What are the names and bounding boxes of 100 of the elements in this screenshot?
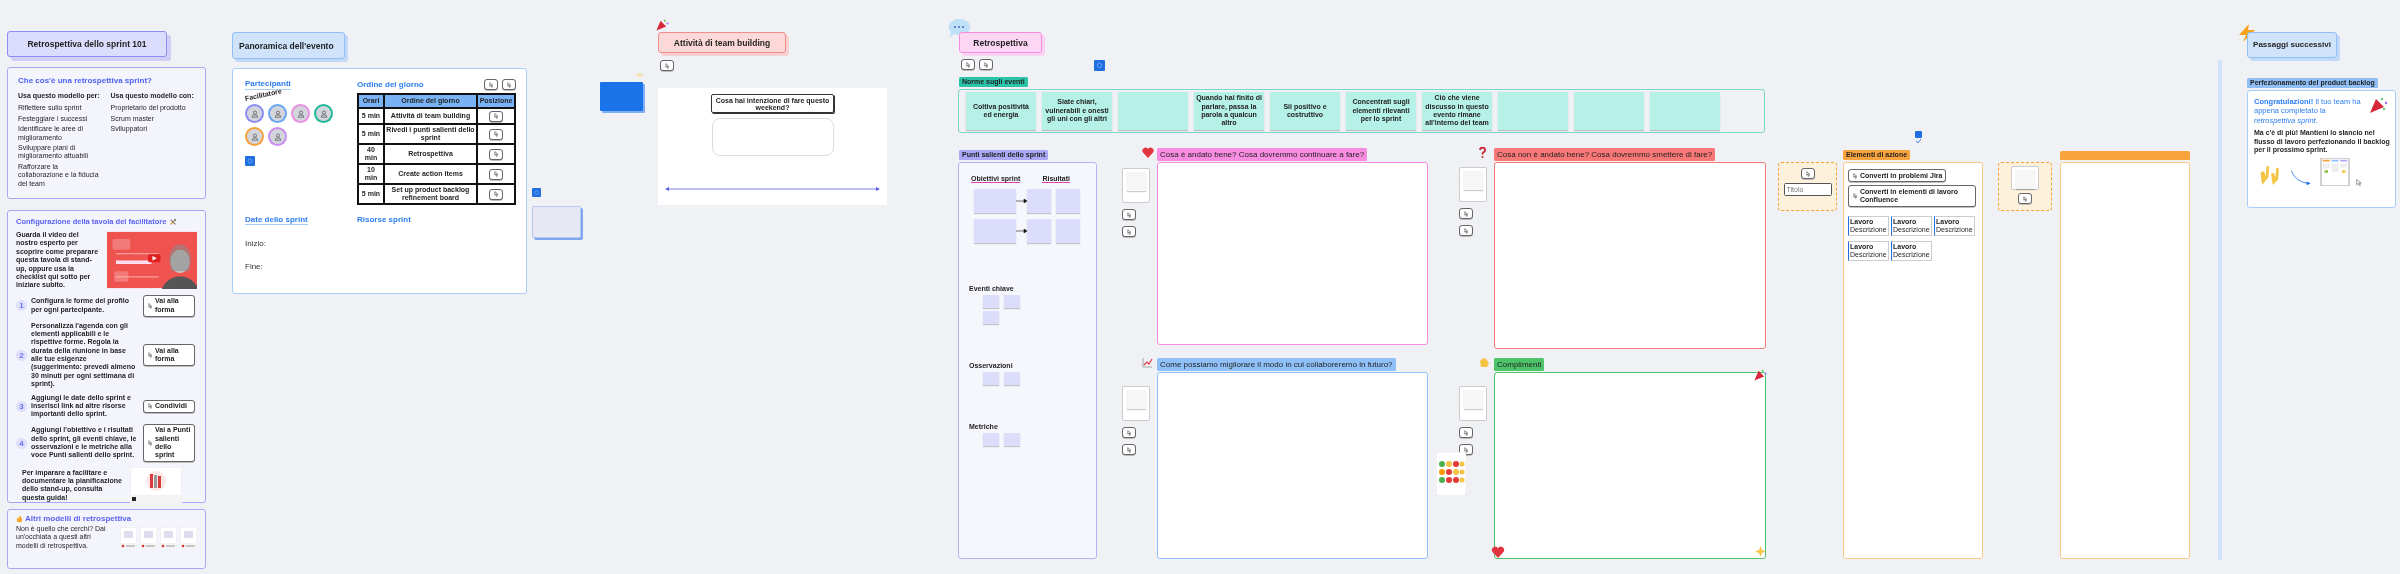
panel-heading: Che cos'è una retrospettiva sprint? (18, 76, 153, 85)
robot-icon (245, 156, 255, 166)
emoji-palette-icon (1436, 452, 1466, 496)
sticky-note[interactable] (1127, 390, 1146, 409)
board-header: Come possiamo migliorare il modo in cui collaboreremo in futuro? (1157, 358, 1396, 371)
timer-button[interactable] (1122, 209, 1136, 220)
step-number: 1 (16, 300, 27, 312)
sticky-note[interactable] (1004, 433, 1020, 446)
cursor-icon (493, 191, 499, 198)
sparkle-icon (636, 73, 644, 79)
cursor-icon (1463, 446, 1469, 453)
section-heading: Date dello sprint (245, 215, 308, 226)
timer-button[interactable] (1459, 427, 1473, 438)
brainstorm-button[interactable] (1459, 225, 1473, 236)
cursor-icon (1463, 210, 1469, 217)
link-button[interactable] (489, 110, 503, 122)
brainstorm-button[interactable] (2018, 193, 2032, 204)
cursor-icon (147, 302, 153, 309)
cursor-icon (983, 61, 989, 68)
timer-button[interactable] (502, 79, 516, 90)
brainstorm-button[interactable] (1122, 444, 1136, 455)
sticky-note[interactable] (1464, 390, 1483, 409)
cursor-icon (147, 403, 153, 410)
board-thumbnail-drawing (2320, 158, 2350, 187)
tip-note (600, 82, 643, 111)
cursor-icon (506, 81, 512, 88)
vote-button[interactable] (979, 59, 993, 70)
cursor-icon (147, 440, 153, 447)
question-mark-icon (1479, 147, 1486, 158)
section-heading: Risorse sprint (357, 215, 412, 225)
timer-button[interactable] (484, 79, 498, 90)
party-popper-icon (2368, 95, 2388, 115)
step-number: 2 (16, 349, 27, 361)
sticky-note[interactable] (974, 189, 1016, 213)
timer-button[interactable] (1800, 168, 1815, 179)
heart-icon (1142, 147, 1154, 158)
speech-bubble-icon (948, 19, 972, 40)
sticky-note[interactable] (1650, 92, 1720, 130)
cursor-icon (1852, 172, 1858, 179)
sticky-note[interactable] (983, 311, 999, 324)
timer-button[interactable] (1122, 427, 1136, 438)
cursor-icon (493, 113, 499, 120)
link-button[interactable] (489, 148, 503, 160)
cursor-icon (147, 352, 153, 359)
chart-icon (1142, 357, 1153, 368)
panel-heading: Altri modelli di retrospettiva (25, 514, 132, 523)
timer-button[interactable] (660, 60, 674, 71)
section-heading: Ordine del giorno (357, 80, 425, 89)
sticky-note[interactable] (1027, 189, 1051, 213)
sticky-note[interactable] (983, 372, 999, 385)
sticky-note[interactable] (1056, 189, 1080, 213)
timer-button[interactable] (961, 59, 975, 70)
cursor-icon (1126, 228, 1132, 235)
sticky-note[interactable] (1118, 92, 1188, 130)
step-number: 4 (16, 437, 27, 449)
sticky-note[interactable] (1027, 219, 1051, 243)
section-title: Panoramica dell'evento (232, 32, 345, 59)
cursor-icon (1126, 211, 1132, 218)
cursor-icon (2356, 179, 2362, 187)
sticky-note[interactable] (983, 433, 999, 446)
cursor-icon (1804, 170, 1811, 177)
link-button[interactable] (489, 188, 503, 200)
board-header: Cosa è andato bene? Cosa dovremmo continuare a fare? (1157, 148, 1368, 161)
cursor-icon (493, 151, 499, 158)
sticky-note[interactable] (1498, 92, 1568, 130)
section-heading: Partecipanti (245, 79, 291, 90)
timer-button[interactable] (1459, 208, 1473, 219)
cursor-icon (493, 131, 499, 138)
sparkle-icon (1755, 546, 1766, 557)
robot-icon (532, 188, 541, 197)
arrow (1016, 199, 1027, 203)
cursor-icon (1126, 429, 1132, 436)
cursor-icon (1126, 446, 1132, 453)
flame-icon (16, 514, 23, 523)
tools-icon (169, 217, 178, 226)
field-label: Inizio: (245, 239, 267, 249)
cursor-icon (488, 81, 494, 88)
arrow (1016, 229, 1027, 233)
robot-icon (1094, 60, 1105, 71)
cursor-icon (493, 171, 499, 178)
section-title: Passaggi successivi (2247, 32, 2337, 58)
link-button[interactable] (489, 128, 503, 140)
sticky-note[interactable] (1004, 295, 1020, 308)
cursor-icon (664, 62, 670, 69)
heart-icon (1491, 546, 1505, 558)
field-label: Fine: (245, 262, 264, 272)
brainstorm-button[interactable] (1122, 226, 1136, 237)
sticky-note[interactable] (983, 295, 999, 308)
link-button[interactable] (489, 168, 503, 180)
sticky-note[interactable] (1056, 219, 1080, 243)
party-popper-icon (1753, 368, 1767, 382)
robot-icon (1915, 131, 1922, 144)
sticky-note[interactable] (1004, 372, 1020, 385)
board-header: Complimenti (1494, 358, 1545, 371)
sticky-note[interactable] (974, 219, 1016, 243)
cursor-icon (2022, 195, 2028, 202)
sticky-note[interactable] (1127, 172, 1146, 191)
sticky-note[interactable] (1464, 171, 1483, 190)
cursor-icon (1463, 227, 1469, 234)
sticky-note[interactable] (1574, 92, 1644, 130)
